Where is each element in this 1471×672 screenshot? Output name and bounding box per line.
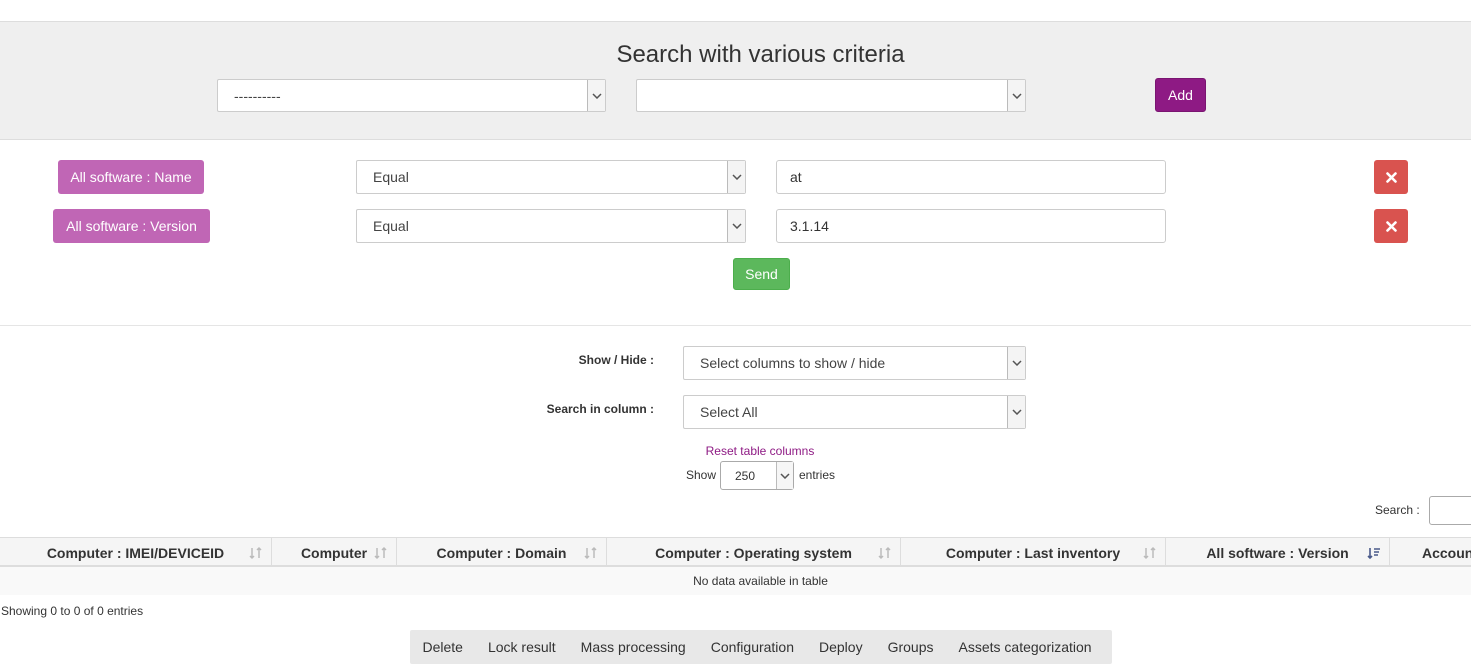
column-header-label: Computer : Last inventory [945, 545, 1121, 561]
mass-processing-action[interactable]: Mass processing [568, 639, 698, 655]
column-header-label: Computer : IMEI/DEVICEID [46, 545, 225, 561]
column-header[interactable]: Computer : IMEI/DEVICEID [0, 538, 272, 568]
sort-icon [584, 546, 597, 560]
field-select-value: ---------- [234, 87, 281, 104]
lock-result-action[interactable]: Lock result [475, 639, 568, 655]
assets-categorization-action[interactable]: Assets categorization [946, 639, 1104, 655]
search-label: Search : [1375, 503, 1420, 517]
add-button[interactable]: Add [1155, 78, 1206, 112]
column-header-label: Account [1422, 545, 1471, 561]
table-header: Computer : IMEI/DEVICEID Computer Comput… [0, 537, 1471, 568]
close-icon [1385, 171, 1397, 183]
column-header[interactable]: Computer : Domain [397, 538, 607, 568]
show-label: Show [686, 468, 717, 482]
chevron-down-icon [727, 161, 745, 193]
show-hide-columns-value: Select columns to show / hide [700, 355, 886, 371]
configuration-action[interactable]: Configuration [698, 639, 806, 655]
chevron-down-icon [1007, 80, 1025, 111]
divider [0, 325, 1471, 326]
condition-value-input[interactable]: 3.1.14 [776, 209, 1166, 243]
reset-table-columns-link[interactable]: Reset table columns [660, 444, 860, 458]
action-bar: Delete Lock result Mass processing Confi… [410, 630, 1112, 664]
sort-icon [1143, 546, 1156, 560]
chevron-down-icon [1007, 347, 1025, 379]
search-in-column-select[interactable]: Select All [683, 395, 1026, 429]
field-select[interactable]: ---------- [217, 79, 606, 112]
remove-condition-button[interactable] [1374, 209, 1408, 243]
condition-operator-value: Equal [373, 218, 409, 234]
groups-action[interactable]: Groups [875, 639, 946, 655]
sort-desc-icon [1367, 548, 1380, 560]
chevron-down-icon [1007, 396, 1025, 428]
sort-icon [249, 546, 262, 560]
chevron-down-icon [587, 80, 605, 111]
column-header[interactable]: Computer : Last inventory [901, 538, 1166, 568]
entries-length-value: 250 [735, 468, 756, 483]
chevron-down-icon [776, 462, 793, 489]
column-header-sorted[interactable]: All software : Version [1166, 538, 1390, 568]
sort-icon [374, 546, 387, 560]
condition-operator-value: Equal [373, 169, 409, 185]
condition-field-tag[interactable]: All software : Name [58, 160, 204, 194]
column-header[interactable]: Computer [272, 538, 397, 568]
column-header-label: Computer [300, 545, 368, 561]
operator-select[interactable] [636, 79, 1026, 112]
column-header-label: Computer : Operating system [655, 545, 852, 561]
column-header[interactable]: Account [1390, 538, 1471, 568]
criteria-title: Search with various criteria [616, 41, 905, 68]
column-header-label: Computer : Domain [436, 545, 567, 561]
close-icon [1385, 220, 1397, 232]
show-hide-columns-select[interactable]: Select columns to show / hide [683, 346, 1026, 380]
chevron-down-icon [727, 210, 745, 242]
remove-condition-button[interactable] [1374, 160, 1408, 194]
search-in-column-value: Select All [700, 404, 758, 420]
condition-operator-select[interactable]: Equal [356, 160, 746, 194]
condition-operator-select[interactable]: Equal [356, 209, 746, 243]
condition-field-tag[interactable]: All software : Version [53, 209, 210, 243]
deploy-action[interactable]: Deploy [807, 639, 876, 655]
send-button[interactable]: Send [733, 258, 790, 290]
column-header[interactable]: Computer : Operating system [607, 538, 901, 568]
table-search-input[interactable] [1429, 496, 1471, 525]
condition-value-input[interactable]: at [776, 160, 1166, 194]
show-hide-label: Show / Hide : [578, 353, 654, 367]
column-header-label: All software : Version [1206, 545, 1349, 561]
table-info: Showing 0 to 0 of 0 entries [1, 604, 144, 618]
entries-label: entries [799, 468, 836, 482]
table-empty-row: No data available in table [0, 567, 1471, 595]
delete-action[interactable]: Delete [410, 639, 475, 655]
entries-length-select[interactable]: 250 [720, 461, 794, 490]
top-strip [0, 0, 1471, 22]
search-in-column-label: Search in column : [546, 402, 654, 416]
sort-icon [878, 546, 891, 560]
